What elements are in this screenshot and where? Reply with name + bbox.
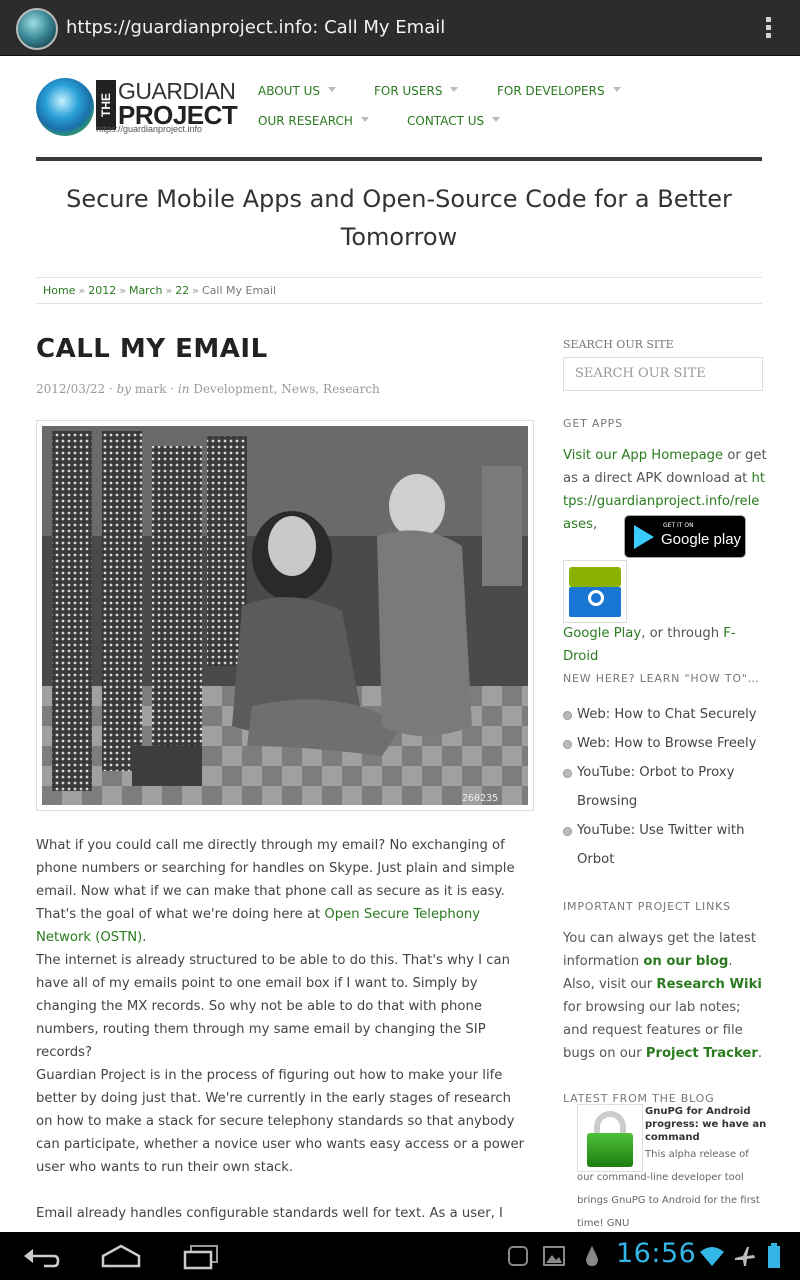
google-play-badge[interactable]: GET IT ON Google play bbox=[624, 515, 746, 558]
nav-our-research[interactable]: OUR RESEARCH bbox=[258, 114, 369, 128]
photo-caption: 260235 bbox=[462, 793, 498, 804]
get-apps-heading: GET APPS bbox=[563, 417, 623, 430]
category-research[interactable]: Research bbox=[323, 382, 380, 396]
logo-orb-icon bbox=[36, 78, 94, 136]
nav-label: CONTACT US bbox=[407, 114, 485, 128]
nav-label: ABOUT US bbox=[258, 84, 321, 98]
app-homepage-link[interactable]: Visit our App Homepage bbox=[563, 448, 723, 463]
by-label: by bbox=[116, 382, 132, 396]
gplay-big-text: Google play bbox=[661, 531, 742, 548]
chevron-down-icon bbox=[492, 117, 501, 122]
blog-post-title[interactable]: GnuPG for Android progress: we have an c… bbox=[645, 1105, 770, 1144]
category-news[interactable]: News bbox=[281, 382, 315, 396]
logo-url: https://guardianproject.info bbox=[96, 124, 203, 134]
header-divider bbox=[36, 157, 762, 161]
post-image[interactable]: 260235 bbox=[36, 420, 534, 811]
howto-list: Web: How to Chat Securely Web: How to Br… bbox=[563, 700, 773, 874]
airplane-mode-icon bbox=[735, 1247, 755, 1266]
breadcrumb-month[interactable]: March bbox=[129, 284, 163, 297]
post-title: CALL MY EMAIL bbox=[36, 334, 268, 364]
howto-orbot-twitter-link[interactable]: YouTube: Use Twitter with Orbot bbox=[563, 816, 773, 874]
post-date: 2012/03/22 bbox=[36, 382, 106, 396]
p1-end: . bbox=[142, 930, 147, 945]
post-paragraph-1: What if you could call me directly throu… bbox=[36, 834, 530, 949]
breadcrumb-current: Call My Email bbox=[201, 284, 277, 297]
breadcrumb-year[interactable]: 2012 bbox=[88, 284, 116, 297]
nav-label: OUR RESEARCH bbox=[258, 114, 353, 128]
fdroid-icon[interactable] bbox=[563, 560, 627, 623]
post-meta: 2012/03/22 · by mark · in Development, N… bbox=[36, 382, 380, 396]
research-wiki-link[interactable]: Research Wiki bbox=[656, 977, 761, 992]
howto-heading: NEW HERE? LEARN "HOW TO"… bbox=[563, 672, 760, 685]
nav-label: FOR USERS bbox=[374, 84, 443, 98]
in-label: in bbox=[177, 382, 190, 396]
howto-chat-link[interactable]: Web: How to Chat Securely bbox=[563, 700, 773, 729]
apps-text-2: , or through bbox=[641, 626, 724, 641]
chevron-down-icon bbox=[328, 87, 337, 92]
recent-apps-icon[interactable] bbox=[180, 1242, 222, 1270]
fdroid-ring bbox=[588, 590, 604, 606]
logo-the: THE bbox=[96, 80, 116, 130]
blog-link[interactable]: on our blog bbox=[643, 954, 728, 969]
back-icon[interactable] bbox=[20, 1242, 62, 1270]
play-icon bbox=[634, 525, 654, 549]
post-paragraph-3: Guardian Project is in the process of fi… bbox=[36, 1068, 525, 1175]
battery-icon bbox=[768, 1243, 780, 1268]
notification-icon[interactable] bbox=[506, 1244, 530, 1268]
google-play-link[interactable]: Google Play bbox=[563, 626, 641, 641]
gplay-small-text: GET IT ON bbox=[663, 522, 694, 529]
chevron-down-icon bbox=[360, 117, 369, 122]
search-heading: SEARCH OUR SITE bbox=[563, 338, 674, 351]
breadcrumb-sep: » bbox=[78, 284, 86, 297]
site-favicon-icon[interactable] bbox=[16, 8, 58, 50]
breadcrumb: Home» 2012» March» 22» Call My Email bbox=[36, 277, 762, 304]
url-title[interactable]: https://guardianproject.info: Call My Em… bbox=[66, 17, 445, 38]
site-logo[interactable]: THE GUARDIAN PROJECT https://guardianpro… bbox=[36, 74, 238, 138]
overflow-menu-icon[interactable] bbox=[758, 14, 778, 44]
browser-title-bar: https://guardianproject.info: Call My Em… bbox=[0, 0, 800, 56]
nav-about-us[interactable]: ABOUT US bbox=[258, 84, 337, 98]
breadcrumb-sep: » bbox=[192, 284, 199, 297]
nav-for-developers[interactable]: FOR DEVELOPERS bbox=[497, 84, 621, 98]
home-icon[interactable] bbox=[100, 1242, 142, 1270]
post-author[interactable]: mark bbox=[135, 382, 167, 396]
howto-browse-link[interactable]: Web: How to Browse Freely bbox=[563, 729, 773, 758]
wiki-link-label: Research Wiki bbox=[656, 977, 762, 992]
fdroid-head bbox=[569, 567, 621, 587]
nav-label: FOR DEVELOPERS bbox=[497, 84, 605, 98]
fdroid-body bbox=[569, 587, 621, 617]
breadcrumb-day[interactable]: 22 bbox=[175, 284, 189, 297]
photo-illustration: 260235 bbox=[42, 426, 528, 805]
app-notification-icon[interactable] bbox=[580, 1244, 604, 1268]
project-links-heading: IMPORTANT PROJECT LINKS bbox=[563, 900, 731, 913]
system-clock: 16:56 bbox=[616, 1238, 697, 1269]
breadcrumb-sep: » bbox=[165, 284, 173, 297]
nav-for-users[interactable]: FOR USERS bbox=[374, 84, 459, 98]
breadcrumb-sep: » bbox=[119, 284, 126, 297]
chevron-down-icon bbox=[450, 87, 459, 92]
blog-post-excerpt: This alpha release of our command-line d… bbox=[577, 1149, 760, 1229]
tracker-link-label: Project Tracker bbox=[645, 1046, 758, 1061]
gallery-icon[interactable] bbox=[542, 1244, 566, 1268]
howto-orbot-proxy-link[interactable]: YouTube: Orbot to Proxy Browsing bbox=[563, 758, 773, 816]
search-input[interactable]: SEARCH OUR SITE bbox=[563, 357, 763, 391]
blog-link-label: on our blog bbox=[643, 954, 729, 969]
category-development[interactable]: Development bbox=[193, 382, 273, 396]
links-text-4: . bbox=[757, 1046, 763, 1061]
project-links-text: You can always get the latest informatio… bbox=[563, 927, 767, 1065]
wifi-icon bbox=[700, 1247, 724, 1266]
site-tagline: Secure Mobile Apps and Open-Source Code … bbox=[66, 185, 732, 251]
switchboard-photo: 260235 bbox=[42, 426, 528, 805]
breadcrumb-home[interactable]: Home bbox=[43, 284, 75, 297]
post-paragraph-2: The internet is already structured to be… bbox=[36, 953, 510, 1060]
project-tracker-link[interactable]: Project Tracker bbox=[646, 1046, 758, 1061]
apps-comma: , bbox=[592, 517, 598, 532]
nav-contact-us[interactable]: CONTACT US bbox=[407, 114, 501, 128]
chevron-down-icon bbox=[612, 87, 621, 92]
apps-links-line: Google Play, or through F-Droid bbox=[563, 622, 767, 668]
